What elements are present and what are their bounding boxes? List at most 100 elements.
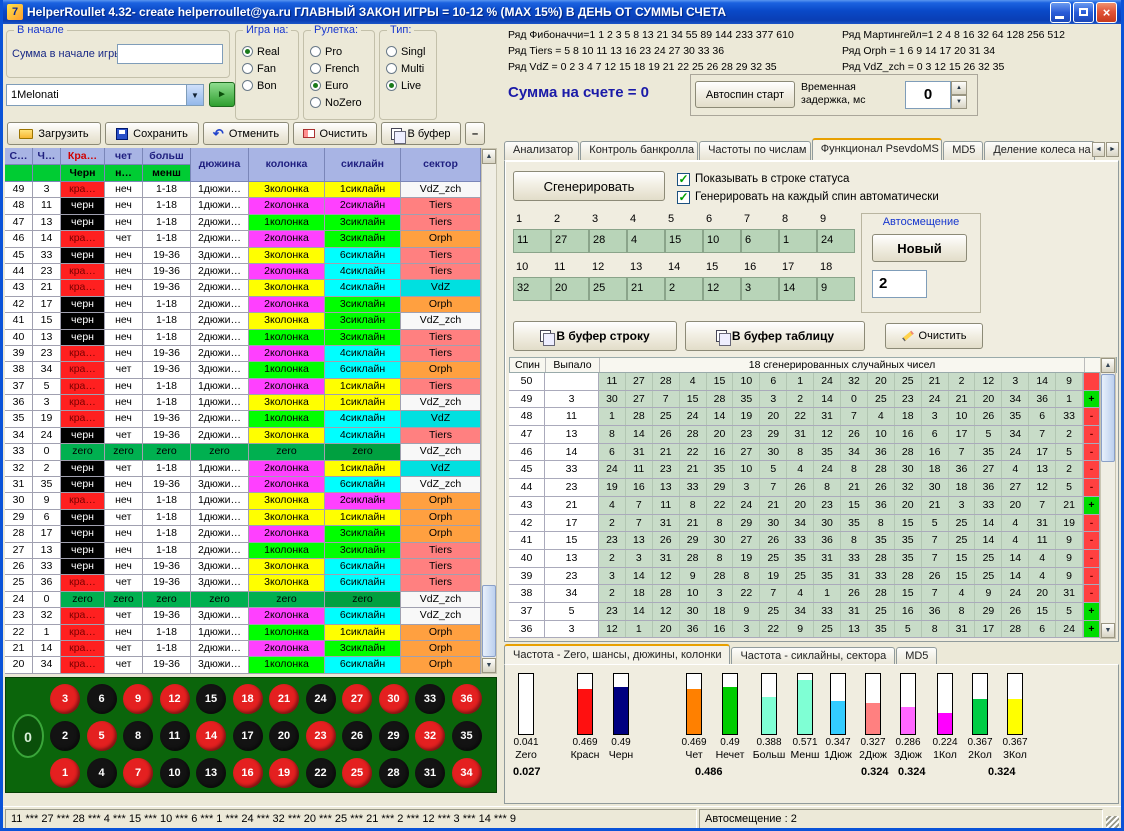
autoshift-input[interactable]: 2 [872, 270, 927, 298]
board-number-31[interactable]: 31 [415, 758, 445, 788]
board-number-14[interactable]: 14 [196, 721, 226, 751]
board-number-35[interactable]: 35 [452, 721, 482, 751]
spinner-up-icon[interactable]: ▲ [951, 81, 967, 95]
undo-button[interactable]: ↶Отменить [203, 122, 289, 145]
restore-button[interactable] [1073, 2, 1094, 23]
tab-scroll-right-icon[interactable]: ► [1106, 142, 1119, 157]
clear-generated-button[interactable]: Очистить [885, 323, 983, 349]
board-number-1[interactable]: 1 [50, 758, 80, 788]
scroll-up-icon[interactable]: ▲ [482, 149, 496, 164]
board-number-6[interactable]: 6 [87, 684, 117, 714]
board-number-2[interactable]: 2 [50, 721, 80, 751]
titlebar[interactable]: 7 HelperRoullet 4.32- create helperroull… [3, 0, 1121, 24]
board-number-19[interactable]: 19 [269, 758, 299, 788]
generated-number: 14 [707, 408, 734, 425]
board-number-20[interactable]: 20 [269, 721, 299, 751]
radio-multi[interactable]: Multi [386, 60, 434, 77]
generate-button[interactable]: Сгенерировать [513, 171, 665, 201]
radio-singl[interactable]: Singl [386, 43, 434, 60]
board-number-5[interactable]: 5 [87, 721, 117, 751]
delay-input[interactable]: 0 [905, 81, 951, 109]
chart-bar-value: 0.49 [711, 737, 749, 748]
board-number-7[interactable]: 7 [123, 758, 153, 788]
scroll-up-icon[interactable]: ▲ [1101, 358, 1115, 373]
autospin-button[interactable]: Автоспин старт [695, 81, 795, 108]
radio-real[interactable]: Real [242, 43, 296, 60]
board-number-23[interactable]: 23 [306, 721, 336, 751]
board-number-30[interactable]: 30 [379, 684, 409, 714]
radio-nozero[interactable]: NoZero [310, 94, 372, 111]
tab-1[interactable]: Частота - Zero, шансы, дюжины, колонки [504, 644, 730, 666]
tab-scroll-left-icon[interactable]: ◄ [1092, 142, 1105, 157]
board-number-3[interactable]: 3 [50, 684, 80, 714]
clear-button[interactable]: Очистить [293, 122, 377, 145]
board-number-9[interactable]: 9 [123, 684, 153, 714]
resize-grip[interactable] [1106, 816, 1119, 829]
board-number-13[interactable]: 13 [196, 758, 226, 788]
board-number-22[interactable]: 22 [306, 758, 336, 788]
strategy-combobox[interactable]: 1Melonati ▼ [6, 84, 204, 106]
generated-number: 26 [975, 408, 1002, 425]
board-number-36[interactable]: 36 [452, 684, 482, 714]
buffer-row-button[interactable]: В буфер строку [513, 321, 677, 351]
generated-number: 16 [707, 621, 734, 638]
tab-6[interactable]: Деление колеса на [984, 141, 1095, 160]
generated-scrollbar-thumb[interactable] [1101, 374, 1115, 462]
copy-buffer-button[interactable]: В буфер [381, 122, 461, 145]
board-number-12[interactable]: 12 [160, 684, 190, 714]
board-number-18[interactable]: 18 [233, 684, 263, 714]
board-number-25[interactable]: 25 [342, 758, 372, 788]
history-cell: черн [61, 510, 105, 526]
scroll-down-icon[interactable]: ▼ [482, 658, 496, 673]
new-button[interactable]: Новый [872, 234, 967, 262]
board-number-4[interactable]: 4 [87, 758, 117, 788]
close-button[interactable]: × [1096, 2, 1117, 23]
board-number-15[interactable]: 15 [196, 684, 226, 714]
scroll-down-icon[interactable]: ▼ [1101, 623, 1115, 638]
history-cell: кра… [61, 575, 105, 591]
board-number-10[interactable]: 10 [160, 758, 190, 788]
checkbox-show-status[interactable]: ✓ Показывать в строке статуса [677, 171, 849, 187]
board-number-33[interactable]: 33 [415, 684, 445, 714]
board-number-29[interactable]: 29 [379, 721, 409, 751]
board-number-32[interactable]: 32 [415, 721, 445, 751]
board-number-28[interactable]: 28 [379, 758, 409, 788]
radio-french[interactable]: French [310, 60, 372, 77]
board-number-8[interactable]: 8 [123, 721, 153, 751]
board-number-0[interactable]: 0 [12, 714, 44, 758]
board-number-16[interactable]: 16 [233, 758, 263, 788]
buffer-table-button[interactable]: В буфер таблицу [685, 321, 865, 351]
radio-euro[interactable]: Euro [310, 77, 372, 94]
save-button[interactable]: Сохранить [105, 122, 199, 145]
board-number-26[interactable]: 26 [342, 721, 372, 751]
board-number-11[interactable]: 11 [160, 721, 190, 751]
radio-bon[interactable]: Bon [242, 77, 296, 94]
load-button[interactable]: Загрузить [7, 122, 101, 145]
checkbox-generate-each-spin[interactable]: ✓ Генерировать на каждый спин автоматиче… [677, 189, 939, 205]
board-number-34[interactable]: 34 [452, 758, 482, 788]
collapse-button[interactable]: – [465, 122, 485, 145]
board-number-24[interactable]: 24 [306, 684, 336, 714]
tab-4[interactable]: Функционал PsevdoMS [812, 138, 942, 160]
radio-fan[interactable]: Fan [242, 60, 296, 77]
history-scrollbar[interactable]: ▲ ▼ [481, 148, 497, 674]
board-number-17[interactable]: 17 [233, 721, 263, 751]
history-cell: чет [105, 231, 143, 247]
generated-scrollbar[interactable]: ▲ ▼ [1100, 357, 1116, 639]
radio-live[interactable]: Live [386, 77, 434, 94]
tab-1[interactable]: Анализатор [504, 141, 579, 160]
tab-2[interactable]: Контроль банкролла [580, 141, 698, 160]
play-button[interactable]: ► [209, 82, 235, 107]
generated-number: 7 [949, 444, 976, 461]
tab-5[interactable]: MD5 [943, 141, 983, 160]
board-number-21[interactable]: 21 [269, 684, 299, 714]
series-line: Ряд Tiers = 5 8 10 11 13 16 23 24 27 30 … [508, 43, 794, 59]
board-number-27[interactable]: 27 [342, 684, 372, 714]
start-sum-input[interactable] [117, 44, 223, 64]
spinner-down-icon[interactable]: ▼ [951, 95, 967, 109]
minimize-button[interactable] [1050, 2, 1071, 23]
chevron-down-icon[interactable]: ▼ [186, 85, 203, 105]
tab-3[interactable]: Частоты по числам [699, 141, 811, 160]
history-scrollbar-thumb[interactable] [482, 585, 496, 657]
radio-pro[interactable]: Pro [310, 43, 372, 60]
